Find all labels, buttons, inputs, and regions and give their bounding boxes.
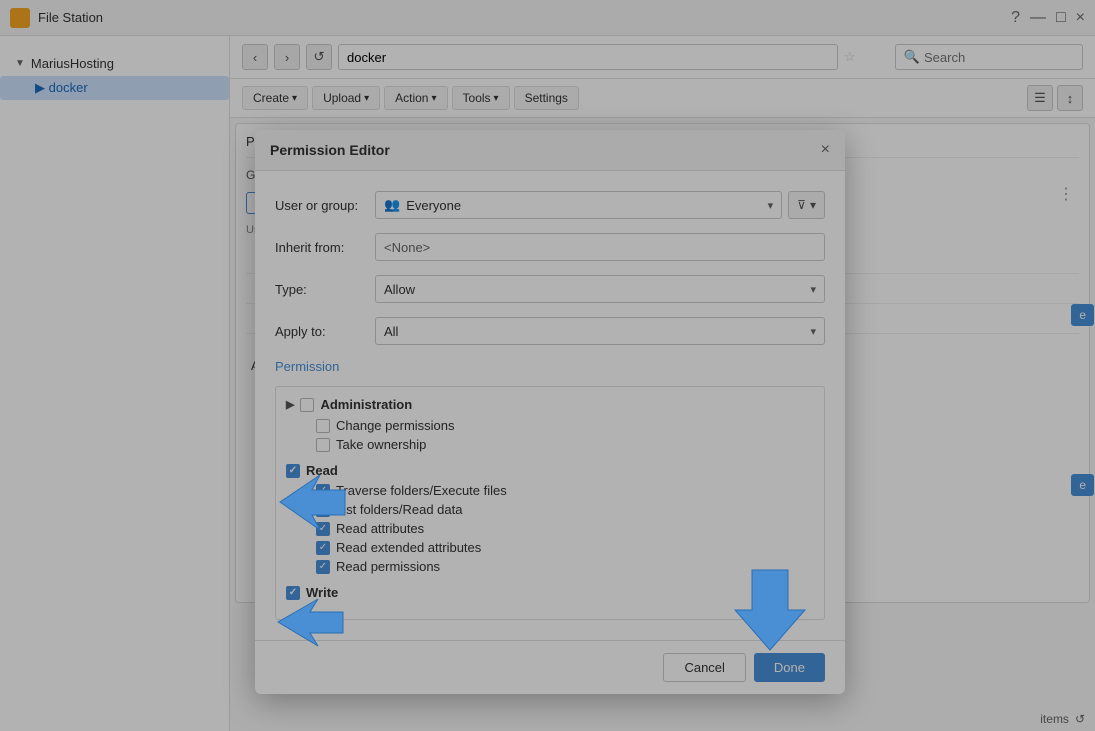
blue-arrow-left-1 [270,470,350,535]
blue-arrow-left-2 [268,595,348,650]
blue-arrow-down [730,560,810,660]
dialog-overlay [0,0,1095,731]
